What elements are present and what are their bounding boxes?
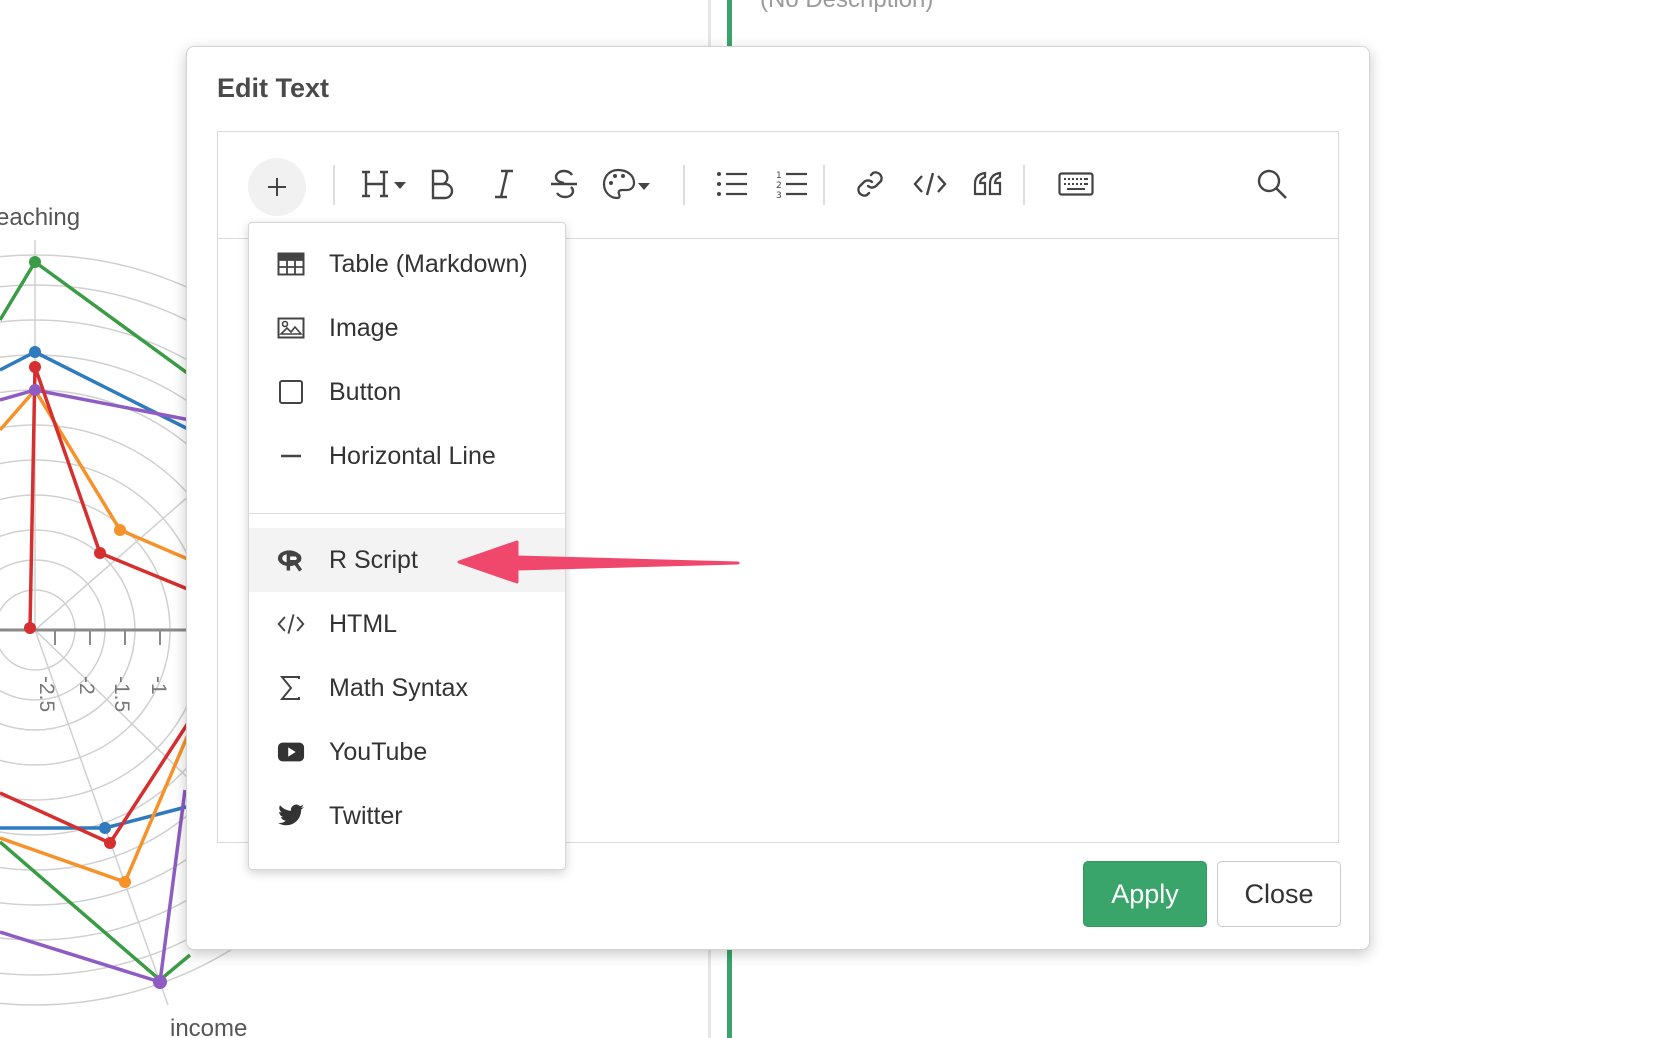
- menu-item-table[interactable]: Table (Markdown): [249, 232, 565, 296]
- quote-button[interactable]: [964, 160, 1012, 208]
- toolbar-separator: [823, 165, 825, 205]
- menu-item-youtube[interactable]: YouTube: [249, 720, 565, 784]
- image-icon: [277, 314, 305, 342]
- search-icon: [1257, 169, 1287, 199]
- menu-item-horizontal-line[interactable]: Horizontal Line: [249, 424, 565, 488]
- search-button[interactable]: [1248, 160, 1296, 208]
- tick-label: -1.5: [110, 676, 133, 712]
- menu-item-label: Table (Markdown): [329, 249, 528, 278]
- series-purple: [0, 388, 191, 422]
- bullet-list-icon: [717, 172, 747, 196]
- modal-title: Edit Text: [217, 73, 330, 103]
- radar-axis-ticks: [54, 630, 161, 645]
- twitter-icon: [277, 802, 305, 830]
- toolbar-separator: [683, 165, 685, 205]
- heading-icon: [362, 170, 406, 198]
- insert-button[interactable]: [248, 158, 306, 216]
- italic-icon: [495, 169, 513, 199]
- series-green: [0, 259, 192, 377]
- toolbar-separator: [1023, 165, 1025, 205]
- r-logo-icon: [277, 546, 305, 574]
- tick-label: -2.5: [35, 676, 58, 712]
- menu-item-label: HTML: [329, 609, 398, 638]
- menu-item-button[interactable]: Button: [249, 360, 565, 424]
- close-button[interactable]: Close: [1217, 861, 1341, 927]
- menu-item-label: R Script: [329, 545, 418, 574]
- code-icon: [277, 610, 305, 638]
- tick-label: -2: [75, 676, 98, 695]
- tick-label: -1: [147, 676, 170, 695]
- menu-item-label: Button: [329, 377, 402, 406]
- sigma-icon: [277, 674, 305, 702]
- link-button[interactable]: [846, 160, 894, 208]
- keyboard-icon: [1058, 172, 1094, 196]
- menu-item-html[interactable]: HTML: [249, 592, 565, 656]
- menu-divider: [249, 513, 565, 514]
- background-description: (No Description): [760, 0, 933, 14]
- svg-text:1: 1: [776, 171, 782, 181]
- bold-icon: [431, 169, 454, 200]
- svg-text:2: 2: [776, 181, 782, 191]
- menu-item-label: Twitter: [329, 801, 403, 830]
- horizontal-line-icon: [277, 442, 305, 470]
- bullet-list-button[interactable]: [708, 160, 756, 208]
- italic-button[interactable]: [480, 160, 528, 208]
- strikethrough-button[interactable]: [540, 160, 588, 208]
- menu-item-label: YouTube: [329, 737, 428, 766]
- menu-item-label: Image: [329, 313, 399, 342]
- link-icon: [857, 171, 883, 197]
- quote-icon: [973, 171, 1002, 196]
- apply-button[interactable]: Apply: [1083, 861, 1207, 927]
- plus-icon: [268, 178, 286, 196]
- radar-tick-labels: -2.5 -2 -1.5 -1: [35, 676, 170, 712]
- menu-item-label: Math Syntax: [329, 673, 468, 702]
- numbered-list-button[interactable]: 123: [768, 160, 816, 208]
- menu-item-image[interactable]: Image: [249, 296, 565, 360]
- menu-item-twitter[interactable]: Twitter: [249, 784, 565, 848]
- table-icon: [277, 250, 305, 278]
- numbered-list-icon: 123: [776, 171, 807, 199]
- palette-icon: [602, 168, 650, 200]
- button-square-icon: [277, 378, 305, 406]
- menu-item-label: Horizontal Line: [329, 441, 496, 470]
- code-button[interactable]: [906, 160, 954, 208]
- series-red: [0, 719, 192, 846]
- annotation-arrow: [457, 540, 740, 584]
- youtube-icon: [277, 738, 305, 766]
- code-icon: [913, 172, 947, 196]
- color-button[interactable]: [600, 160, 656, 208]
- keyboard-button[interactable]: [1048, 160, 1104, 208]
- axis-label: eaching: [0, 204, 80, 231]
- svg-text:3: 3: [776, 191, 782, 199]
- heading-button[interactable]: [358, 160, 414, 208]
- bold-button[interactable]: [418, 160, 466, 208]
- toolbar-separator: [333, 165, 335, 205]
- menu-item-math-syntax[interactable]: Math Syntax: [249, 656, 565, 720]
- strikethrough-icon: [551, 169, 577, 199]
- series-blue: [0, 804, 191, 830]
- axis-label: income: [170, 1015, 247, 1038]
